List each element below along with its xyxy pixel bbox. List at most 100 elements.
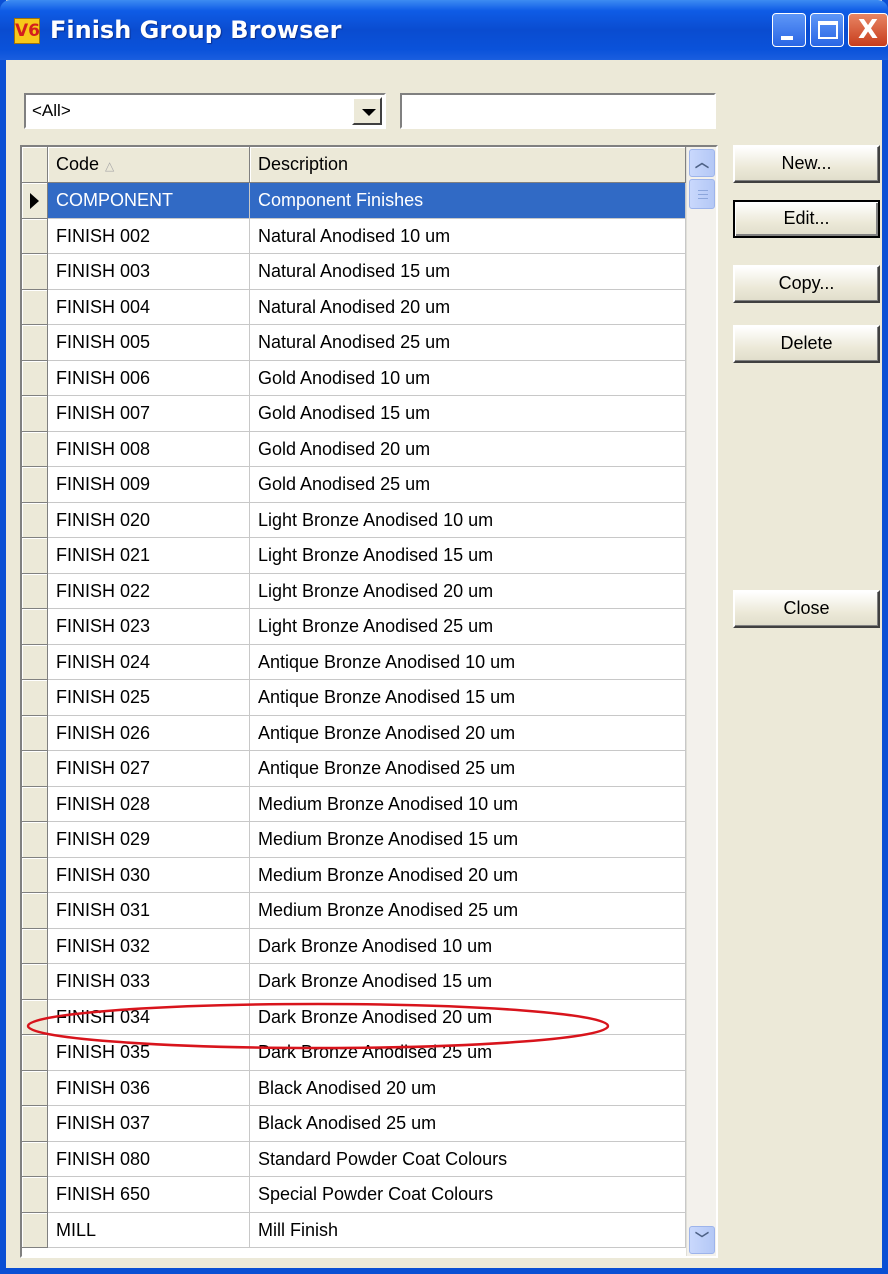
table-row[interactable]: FINISH 002 Natural Anodised 10 um <box>22 218 686 254</box>
table-row[interactable]: FINISH 004 Natural Anodised 20 um <box>22 289 686 325</box>
table-row[interactable]: MILL Mill Finish <box>22 1212 686 1248</box>
row-indicator[interactable] <box>22 1106 48 1142</box>
row-indicator[interactable] <box>22 431 48 467</box>
cell-code[interactable]: FINISH 080 <box>48 1141 250 1177</box>
row-indicator[interactable] <box>22 396 48 432</box>
table-row[interactable]: FINISH 080 Standard Powder Coat Colours <box>22 1141 686 1177</box>
cell-code[interactable]: FINISH 026 <box>48 715 250 751</box>
table-row[interactable]: COMPONENT Component Finishes <box>22 183 686 219</box>
close-button[interactable]: Close <box>733 590 880 628</box>
table-row[interactable]: FINISH 006 Gold Anodised 10 um <box>22 360 686 396</box>
edit-button[interactable]: Edit... <box>733 200 880 238</box>
row-indicator[interactable] <box>22 467 48 503</box>
cell-description[interactable]: Medium Bronze Anodised 20 um <box>250 857 686 893</box>
cell-description[interactable]: Antique Bronze Anodised 25 um <box>250 751 686 787</box>
cell-description[interactable]: Standard Powder Coat Colours <box>250 1141 686 1177</box>
cell-code[interactable]: FINISH 002 <box>48 218 250 254</box>
cell-code[interactable]: FINISH 003 <box>48 254 250 290</box>
cell-code[interactable]: FINISH 032 <box>48 928 250 964</box>
cell-code[interactable]: FINISH 009 <box>48 467 250 503</box>
cell-code[interactable]: FINISH 033 <box>48 964 250 1000</box>
cell-code[interactable]: MILL <box>48 1212 250 1248</box>
table-row[interactable]: FINISH 650 Special Powder Coat Colours <box>22 1177 686 1213</box>
delete-button[interactable]: Delete <box>733 325 880 363</box>
cell-code[interactable]: FINISH 031 <box>48 893 250 929</box>
row-indicator[interactable] <box>22 1212 48 1248</box>
filter-dropdown[interactable]: <All> <box>24 93 386 129</box>
table-row[interactable]: FINISH 003 Natural Anodised 15 um <box>22 254 686 290</box>
row-indicator[interactable] <box>22 822 48 858</box>
column-header-description[interactable]: Description <box>250 147 686 183</box>
cell-code[interactable]: FINISH 028 <box>48 786 250 822</box>
table-row[interactable]: FINISH 030 Medium Bronze Anodised 20 um <box>22 857 686 893</box>
cell-description[interactable]: Natural Anodised 25 um <box>250 325 686 361</box>
close-window-button[interactable]: X <box>848 13 888 47</box>
row-indicator[interactable] <box>22 786 48 822</box>
row-indicator[interactable] <box>22 644 48 680</box>
table-row[interactable]: FINISH 008 Gold Anodised 20 um <box>22 431 686 467</box>
row-indicator[interactable] <box>22 609 48 645</box>
cell-description[interactable]: Black Anodised 25 um <box>250 1106 686 1142</box>
row-indicator[interactable] <box>22 360 48 396</box>
cell-description[interactable]: Light Bronze Anodised 15 um <box>250 538 686 574</box>
row-indicator[interactable] <box>22 325 48 361</box>
cell-description[interactable]: Dark Bronze Anodised 10 um <box>250 928 686 964</box>
cell-code[interactable]: FINISH 006 <box>48 360 250 396</box>
cell-description[interactable]: Medium Bronze Anodised 10 um <box>250 786 686 822</box>
cell-code[interactable]: FINISH 023 <box>48 609 250 645</box>
row-indicator[interactable] <box>22 751 48 787</box>
table-row[interactable]: FINISH 032 Dark Bronze Anodised 10 um <box>22 928 686 964</box>
cell-description[interactable]: Component Finishes <box>250 183 686 219</box>
cell-description[interactable]: Antique Bronze Anodised 10 um <box>250 644 686 680</box>
row-indicator[interactable] <box>22 538 48 574</box>
row-indicator[interactable] <box>22 964 48 1000</box>
row-indicator[interactable] <box>22 857 48 893</box>
cell-code[interactable]: FINISH 020 <box>48 502 250 538</box>
cell-code[interactable]: FINISH 021 <box>48 538 250 574</box>
copy-button[interactable]: Copy... <box>733 265 880 303</box>
cell-description[interactable]: Special Powder Coat Colours <box>250 1177 686 1213</box>
dropdown-button[interactable] <box>352 97 382 125</box>
row-indicator[interactable] <box>22 680 48 716</box>
table-row[interactable]: FINISH 005 Natural Anodised 25 um <box>22 325 686 361</box>
minimize-button[interactable] <box>772 13 806 47</box>
cell-code[interactable]: FINISH 025 <box>48 680 250 716</box>
row-indicator[interactable] <box>22 183 48 219</box>
column-header-code[interactable]: Code △ <box>48 147 250 183</box>
cell-description[interactable]: Gold Anodised 15 um <box>250 396 686 432</box>
cell-code[interactable]: FINISH 030 <box>48 857 250 893</box>
cell-code[interactable]: FINISH 022 <box>48 573 250 609</box>
table-row[interactable]: FINISH 033 Dark Bronze Anodised 15 um <box>22 964 686 1000</box>
cell-description[interactable]: Antique Bronze Anodised 20 um <box>250 715 686 751</box>
maximize-button[interactable] <box>810 13 844 47</box>
row-indicator[interactable] <box>22 218 48 254</box>
cell-description[interactable]: Mill Finish <box>250 1212 686 1248</box>
scroll-up-button[interactable]: ︿ <box>689 149 715 177</box>
table-row[interactable]: FINISH 007 Gold Anodised 15 um <box>22 396 686 432</box>
row-indicator[interactable] <box>22 893 48 929</box>
table-row[interactable]: FINISH 024 Antique Bronze Anodised 10 um <box>22 644 686 680</box>
cell-description[interactable]: Light Bronze Anodised 10 um <box>250 502 686 538</box>
table-row[interactable]: FINISH 029 Medium Bronze Anodised 15 um <box>22 822 686 858</box>
table-row[interactable]: FINISH 037 Black Anodised 25 um <box>22 1106 686 1142</box>
table-row[interactable]: FINISH 023 Light Bronze Anodised 25 um <box>22 609 686 645</box>
cell-description[interactable]: Dark Bronze Anodised 15 um <box>250 964 686 1000</box>
cell-description[interactable]: Natural Anodised 20 um <box>250 289 686 325</box>
row-indicator[interactable] <box>22 502 48 538</box>
cell-code[interactable]: FINISH 024 <box>48 644 250 680</box>
title-bar[interactable]: V6 Finish Group Browser X <box>0 0 888 60</box>
table-row[interactable]: FINISH 031 Medium Bronze Anodised 25 um <box>22 893 686 929</box>
cell-description[interactable]: Natural Anodised 15 um <box>250 254 686 290</box>
row-indicator[interactable] <box>22 289 48 325</box>
table-row[interactable]: FINISH 021 Light Bronze Anodised 15 um <box>22 538 686 574</box>
cell-code[interactable]: FINISH 004 <box>48 289 250 325</box>
cell-code[interactable]: FINISH 037 <box>48 1106 250 1142</box>
new-button[interactable]: New... <box>733 145 880 183</box>
cell-description[interactable]: Light Bronze Anodised 25 um <box>250 609 686 645</box>
row-indicator[interactable] <box>22 1177 48 1213</box>
cell-description[interactable]: Gold Anodised 10 um <box>250 360 686 396</box>
row-indicator[interactable] <box>22 254 48 290</box>
table-row[interactable]: FINISH 009 Gold Anodised 25 um <box>22 467 686 503</box>
vertical-scrollbar[interactable]: ︿ ﹀ <box>686 147 716 1256</box>
table-row[interactable]: FINISH 028 Medium Bronze Anodised 10 um <box>22 786 686 822</box>
